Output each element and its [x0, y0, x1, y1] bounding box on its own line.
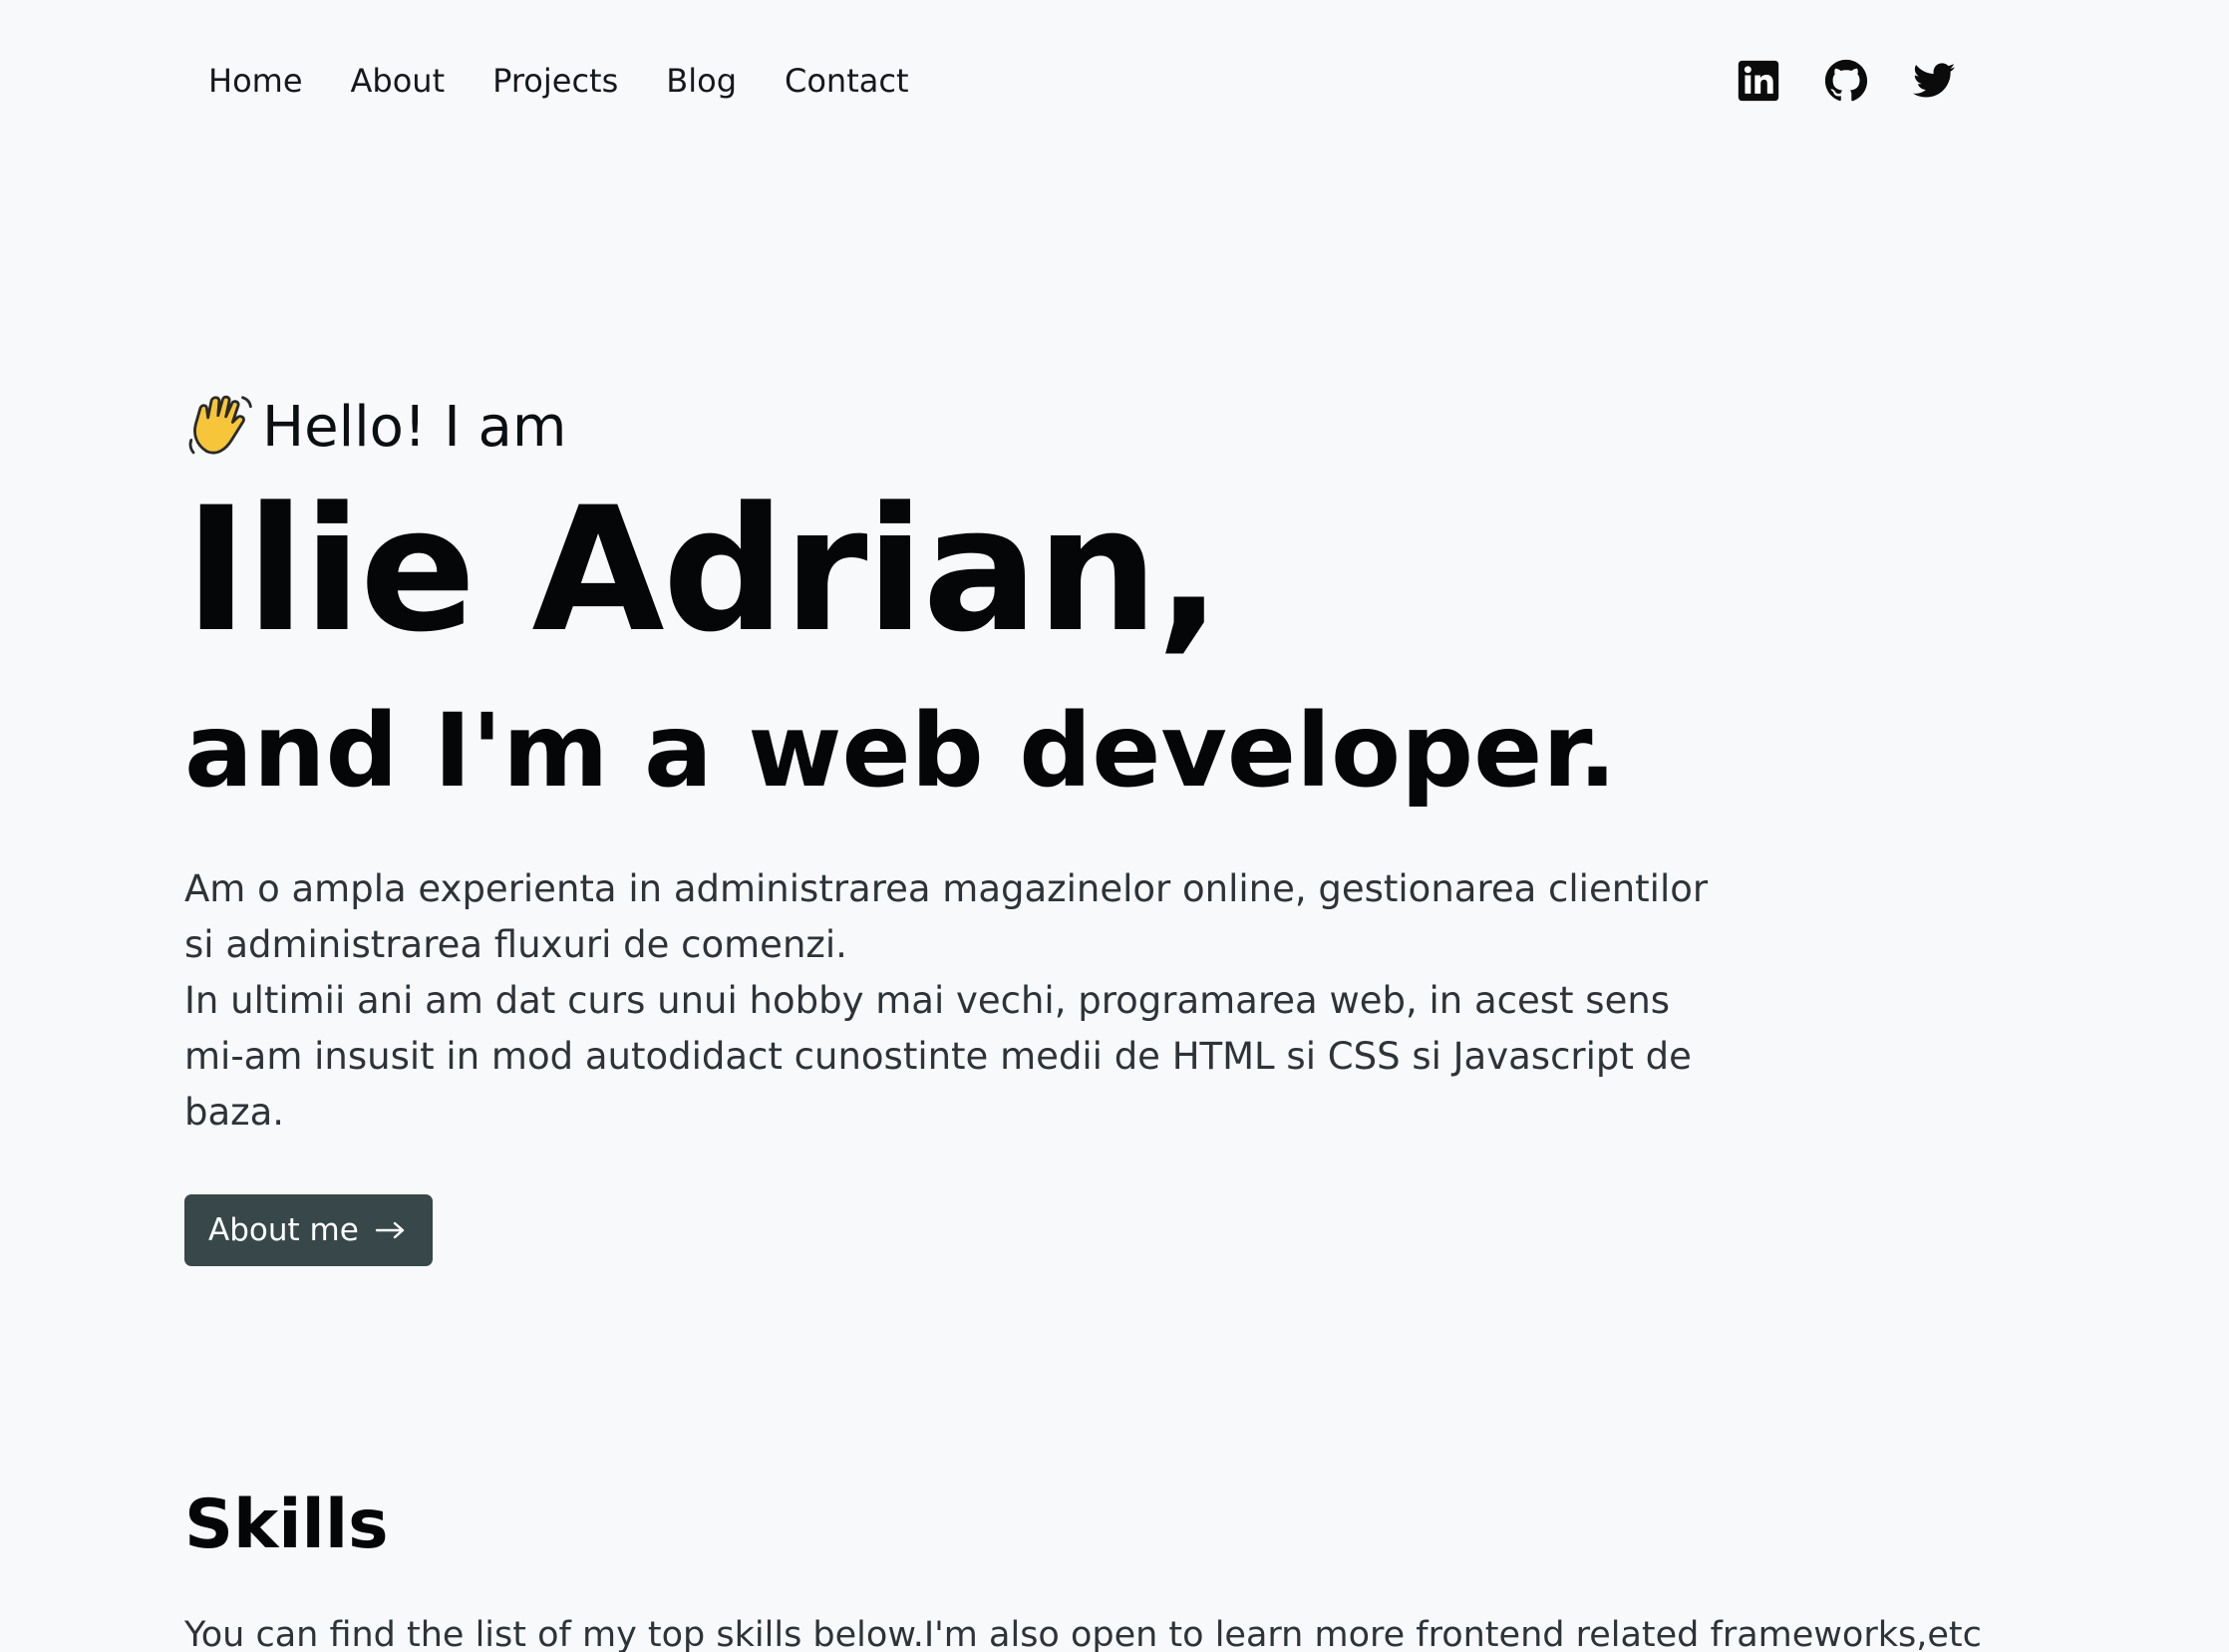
nav-contact-link[interactable]: Contact: [761, 52, 933, 110]
nav-blog-link[interactable]: Blog: [642, 52, 761, 110]
skills-description: You can find the list of my top skills b…: [184, 1615, 1982, 1652]
nav-about-link[interactable]: About: [327, 52, 470, 110]
page: Home About Projects Blog Contact Hello! …: [0, 0, 2229, 1652]
waving-hand-icon: [184, 391, 256, 463]
hero-subtitle: and I'm a web developer.: [184, 692, 1617, 811]
nav-projects-link[interactable]: Projects: [469, 52, 642, 110]
hero-name: Ilie Adrian,: [184, 470, 1221, 670]
hero-section: Hello! I am Ilie Adrian, and I'm a web d…: [184, 379, 1799, 1266]
skills-heading: Skills: [184, 1486, 389, 1564]
about-me-button[interactable]: About me: [184, 1194, 433, 1266]
social-links: [1737, 52, 1956, 110]
arrow-right-icon: [375, 1220, 407, 1240]
hero-bio: Am o ampla experienta in administrarea m…: [184, 861, 1740, 1141]
bio-paragraph: Am o ampla experienta in administrarea m…: [184, 867, 1709, 966]
nav-home-link[interactable]: Home: [184, 52, 327, 110]
greeting: Hello! I am: [184, 379, 1799, 475]
about-me-button-label: About me: [208, 1212, 359, 1248]
main-nav: Home About Projects Blog Contact: [184, 52, 933, 110]
twitter-icon[interactable]: [1912, 59, 1956, 103]
bio-paragraph: In ultimii ani am dat curs unui hobby ma…: [184, 979, 1692, 1134]
greeting-text: Hello! I am: [262, 394, 567, 460]
github-icon[interactable]: [1824, 59, 1868, 103]
linkedin-icon[interactable]: [1737, 59, 1780, 103]
